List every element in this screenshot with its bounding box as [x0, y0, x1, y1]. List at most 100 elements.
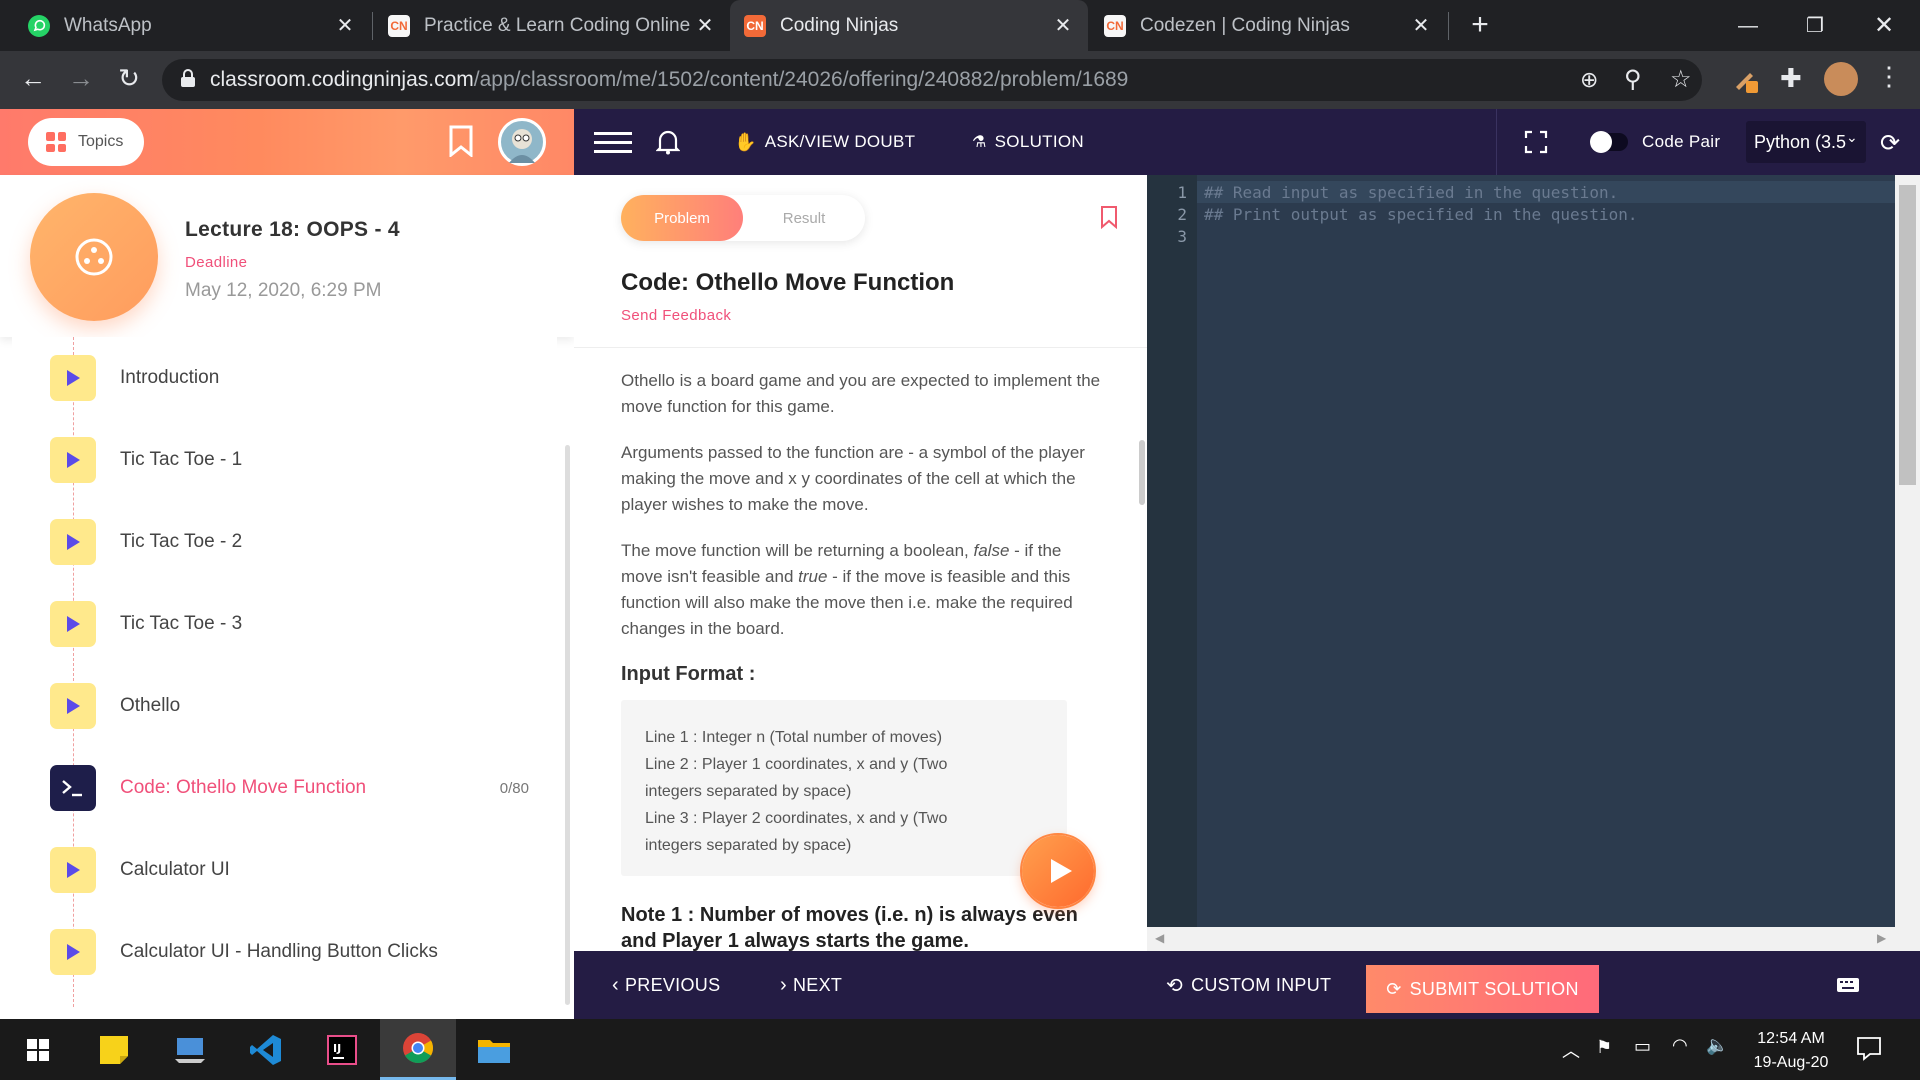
module-label: Calculator UI - Handling Button Clicks	[120, 941, 438, 962]
tab-practice[interactable]: CN Practice & Learn Coding Online a ✕	[374, 0, 730, 51]
lecture-icon	[30, 193, 158, 321]
clock[interactable]: 12:54 AM 19-Aug-20	[1742, 1027, 1840, 1075]
terminal-icon	[50, 765, 96, 811]
tab-title: Codezen | Coding Ninjas	[1140, 14, 1350, 36]
list-item[interactable]: Tic Tac Toe - 1	[12, 419, 557, 501]
close-tab-icon[interactable]: ✕	[1410, 13, 1432, 38]
score-count: 0/80	[499, 780, 529, 797]
play-icon	[50, 929, 96, 975]
extension-pencil-icon[interactable]	[1732, 65, 1762, 95]
tab-result[interactable]: Result	[743, 195, 865, 241]
user-avatar[interactable]	[498, 118, 546, 166]
solution-label: SOLUTION	[994, 132, 1084, 151]
problem-paragraph-1: Othello is a board game and you are expe…	[621, 371, 1101, 416]
bookmark-star-icon[interactable]: ☆	[1670, 65, 1692, 94]
close-window-icon[interactable]: ✕	[1866, 8, 1902, 44]
bookmark-problem-icon[interactable]	[1100, 205, 1118, 234]
sticky-notes-icon[interactable]	[76, 1019, 152, 1080]
close-tab-icon[interactable]: ✕	[334, 13, 356, 38]
notifications-icon[interactable]	[1856, 1035, 1882, 1066]
submit-icon: ⟳	[1386, 978, 1402, 999]
tab-coding-ninjas[interactable]: CN Coding Ninjas ✕	[730, 0, 1088, 51]
tab-problem[interactable]: Problem	[621, 195, 743, 241]
topics-button[interactable]: Topics	[28, 118, 144, 166]
submit-label: SUBMIT SOLUTION	[1409, 978, 1579, 999]
play-icon	[50, 355, 96, 401]
menu-kebab-icon[interactable]: ⋮	[1876, 61, 1902, 92]
keyboard-icon[interactable]	[1836, 951, 1860, 1019]
reset-code-icon[interactable]: ⟳	[1880, 129, 1900, 158]
list-item[interactable]: Introduction	[12, 337, 557, 419]
wifi-icon[interactable]: ◠	[1672, 1035, 1688, 1056]
bell-icon[interactable]	[656, 109, 680, 175]
scrollbar-thumb[interactable]	[1899, 185, 1916, 485]
extensions-icon[interactable]: ✚	[1780, 63, 1802, 94]
code-editor[interactable]: 1 ## Read input as specified in the ques…	[1147, 175, 1895, 927]
ask-doubt-button[interactable]: ✋ ASK/VIEW DOUBT	[734, 109, 915, 175]
chrome-icon[interactable]	[380, 1019, 456, 1080]
close-tab-icon[interactable]: ✕	[1052, 13, 1074, 38]
minimize-icon[interactable]: —	[1730, 8, 1766, 44]
tab-whatsapp[interactable]: WhatsApp ✕	[14, 0, 370, 51]
list-item[interactable]: Calculator UI - Handling Button Clicks	[12, 911, 557, 993]
sidebar-scrollbar[interactable]	[565, 445, 570, 1005]
code-pair-toggle[interactable]: Code Pair	[1590, 109, 1720, 175]
windows-start-icon[interactable]	[0, 1019, 76, 1080]
pc-icon[interactable]	[152, 1019, 228, 1080]
tray-flag-icon[interactable]: ⚑	[1596, 1037, 1612, 1058]
hamburger-menu-icon[interactable]	[594, 109, 632, 175]
zoom-icon[interactable]: ⚲	[1624, 65, 1642, 94]
forward-icon[interactable]: →	[64, 63, 98, 94]
custom-input-button[interactable]: ⟲ CUSTOM INPUT	[1166, 951, 1331, 1019]
code-line[interactable]: ## Read input as specified in the questi…	[1204, 183, 1618, 202]
new-tab-icon[interactable]: +	[1462, 8, 1498, 44]
url-field[interactable]: classroom.codingninjas.com/app/classroom…	[162, 59, 1702, 101]
tray-chevron-up-icon[interactable]: ︿	[1562, 1037, 1580, 1063]
input-line: Line 3 : Player 2 coordinates, x and y (…	[645, 810, 948, 827]
send-feedback-link[interactable]: Send Feedback	[621, 307, 731, 324]
hand-icon: ✋	[734, 131, 757, 152]
back-icon[interactable]: ←	[16, 63, 50, 94]
p3-false: false	[973, 541, 1010, 560]
file-explorer-icon[interactable]	[456, 1019, 532, 1080]
scroll-left-icon[interactable]: ◀	[1155, 931, 1164, 945]
list-item[interactable]: Othello	[12, 665, 557, 747]
list-item[interactable]: Tic Tac Toe - 2	[12, 501, 557, 583]
install-app-icon[interactable]: ⊕	[1580, 67, 1598, 93]
close-tab-icon[interactable]: ✕	[694, 13, 716, 38]
play-video-button[interactable]	[1022, 835, 1094, 907]
reload-icon[interactable]: ↻	[112, 63, 146, 94]
play-icon	[50, 847, 96, 893]
problem-scrollbar[interactable]	[1139, 440, 1145, 505]
p3-part: The move function will be returning a bo…	[621, 541, 974, 560]
volume-icon[interactable]: 🔈	[1706, 1035, 1728, 1056]
code-pair-label: Code Pair	[1642, 132, 1721, 151]
module-label: Tic Tac Toe - 1	[120, 449, 243, 470]
restore-icon[interactable]: ❐	[1797, 8, 1833, 44]
problem-paragraph-3: The move function will be returning a bo…	[621, 538, 1101, 642]
chevron-down-icon: ⌄	[1846, 129, 1858, 145]
next-button[interactable]: › NEXT	[780, 951, 842, 1019]
language-select[interactable]: Python (3.5 ⌄	[1746, 121, 1866, 163]
list-item[interactable]: Tic Tac Toe - 3	[12, 583, 557, 665]
list-item[interactable]: Calculator UI	[12, 829, 557, 911]
tab-codezen[interactable]: CN Codezen | Coding Ninjas ✕	[1090, 0, 1446, 51]
fullscreen-icon[interactable]	[1524, 109, 1548, 175]
code-line[interactable]: ## Print output as specified in the ques…	[1204, 205, 1637, 224]
submit-solution-button[interactable]: ⟳ SUBMIT SOLUTION	[1366, 965, 1599, 1013]
editor-horizontal-scrollbar[interactable]: ◀ ▶	[1147, 927, 1895, 951]
bookmark-icon[interactable]	[448, 125, 474, 162]
module-label: Tic Tac Toe - 2	[120, 531, 243, 552]
tab-title: Coding Ninjas	[780, 14, 899, 36]
battery-icon[interactable]: ▭	[1634, 1036, 1651, 1057]
solution-button[interactable]: ⚗ SOLUTION	[972, 109, 1084, 175]
previous-button[interactable]: ‹ PREVIOUS	[612, 951, 720, 1019]
editor-vertical-scrollbar[interactable]: ▼	[1895, 175, 1920, 1017]
vscode-icon[interactable]	[228, 1019, 304, 1080]
url-path: /app/classroom/me/1502/content/24026/off…	[473, 68, 1129, 91]
list-item-active[interactable]: Code: Othello Move Function 0/80	[12, 747, 557, 829]
scroll-right-icon[interactable]: ▶	[1877, 931, 1886, 945]
intellij-icon[interactable]: IJ	[304, 1019, 380, 1080]
profile-avatar[interactable]	[1824, 62, 1858, 96]
problem-result-tabs: Problem Result	[621, 195, 865, 241]
